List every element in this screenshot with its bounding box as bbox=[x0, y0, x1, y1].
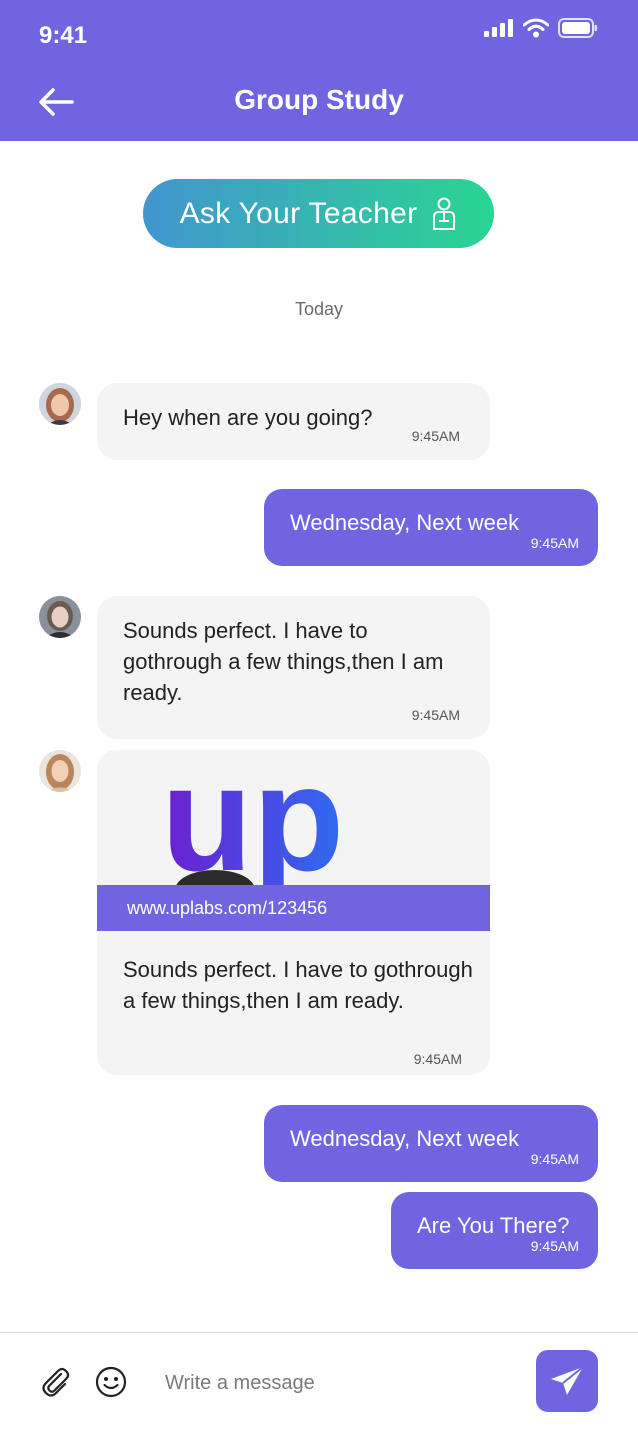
attach-button[interactable] bbox=[39, 1365, 73, 1399]
message-time: 9:45AM bbox=[530, 535, 579, 551]
message-text: Sounds perfect. I have to gothrough a fe… bbox=[123, 618, 444, 705]
send-icon bbox=[551, 1366, 584, 1395]
message-time: 9:45AM bbox=[411, 707, 460, 723]
emoji-icon bbox=[95, 1366, 127, 1398]
date-divider: Today bbox=[294, 299, 344, 319]
message-text: Sounds perfect. I have to gothrough a fe… bbox=[123, 957, 473, 1013]
link-preview-bubble[interactable]: up www.uplabs.com/123456 Sounds perfect.… bbox=[97, 750, 490, 1075]
send-button[interactable] bbox=[536, 1350, 598, 1412]
teacher-icon bbox=[433, 197, 456, 230]
battery-icon bbox=[558, 18, 597, 38]
page-title: Group Study bbox=[234, 84, 404, 115]
paperclip-icon bbox=[42, 1367, 70, 1397]
logo-text: up bbox=[161, 750, 344, 887]
status-time: 9:41 bbox=[39, 22, 88, 49]
avatar[interactable] bbox=[39, 383, 81, 425]
message-time: 9:45AM bbox=[530, 1151, 579, 1167]
message-time: 9:45AM bbox=[411, 428, 460, 444]
avatar-image bbox=[39, 383, 81, 425]
avatar[interactable] bbox=[39, 596, 81, 638]
status-icons bbox=[484, 18, 598, 38]
ask-teacher-label: Ask Your Teacher bbox=[179, 196, 418, 230]
message-bubble[interactable]: Wednesday, Next week 9:45AM bbox=[264, 1105, 598, 1182]
message-input[interactable] bbox=[160, 1364, 510, 1402]
ask-teacher-button[interactable]: Ask Your Teacher bbox=[143, 179, 494, 248]
message-time: 9:45AM bbox=[530, 1238, 579, 1254]
message-bubble[interactable]: Sounds perfect. I have to gothrough a fe… bbox=[97, 596, 490, 739]
wifi-icon bbox=[523, 18, 549, 38]
message-bubble[interactable]: Wednesday, Next week 9:45AM bbox=[264, 489, 598, 566]
link-preview-image[interactable]: up bbox=[97, 750, 490, 887]
avatar-image bbox=[39, 596, 81, 638]
message-text: Wednesday, Next week bbox=[290, 1126, 520, 1151]
link-preview-url[interactable]: www.uplabs.com/123456 bbox=[97, 885, 490, 931]
message-bubble[interactable]: Hey when are you going? 9:45AM bbox=[97, 383, 490, 460]
uplabs-logo: up bbox=[161, 750, 344, 887]
message-text: Hey when are you going? bbox=[123, 405, 373, 430]
message-text: Wednesday, Next week bbox=[290, 510, 520, 535]
signal-icon bbox=[484, 19, 513, 37]
avatar[interactable] bbox=[39, 750, 81, 792]
message-bubble[interactable]: Are You There? 9:45AM bbox=[391, 1192, 598, 1269]
avatar-image bbox=[39, 750, 81, 792]
emoji-button[interactable] bbox=[95, 1366, 127, 1398]
message-time: 9:45AM bbox=[413, 1051, 462, 1067]
